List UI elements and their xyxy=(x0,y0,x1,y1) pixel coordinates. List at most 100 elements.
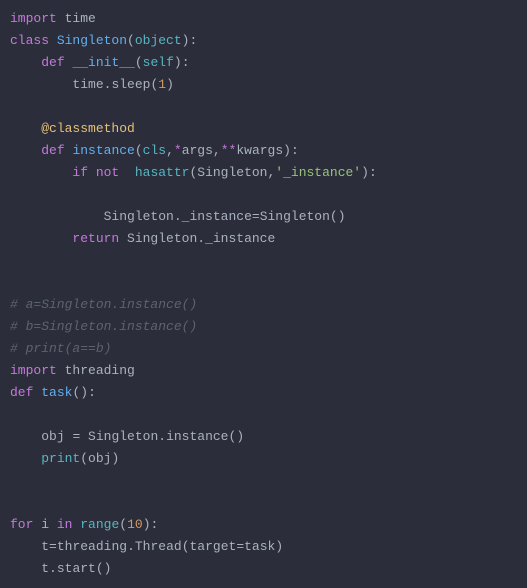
code-token: , xyxy=(213,143,221,158)
code-token: not xyxy=(96,165,135,180)
code-block: import time class Singleton(object): def… xyxy=(10,8,517,580)
code-token xyxy=(10,539,41,554)
code-token: __init__ xyxy=(72,55,134,70)
code-token xyxy=(10,165,72,180)
code-token xyxy=(10,275,18,290)
code-line: time.sleep(1) xyxy=(10,77,174,92)
code-token: = xyxy=(72,429,88,444)
code-line: # b=Singleton.instance() xyxy=(10,319,197,334)
code-line xyxy=(10,275,18,290)
code-token: : xyxy=(88,385,96,400)
code-token: ) xyxy=(275,539,283,554)
code-token: t xyxy=(41,561,49,576)
code-token: ) xyxy=(143,517,151,532)
code-token: kwargs xyxy=(236,143,283,158)
code-token: = xyxy=(236,539,244,554)
code-line: for i in range(10): xyxy=(10,517,158,532)
code-token: = xyxy=(49,539,57,554)
code-line: @classmethod xyxy=(10,121,135,136)
code-token: _instance xyxy=(182,209,252,224)
code-token: ** xyxy=(221,143,237,158)
code-token xyxy=(10,473,18,488)
code-token xyxy=(10,187,18,202)
code-token: i xyxy=(41,517,49,532)
code-token: 10 xyxy=(127,517,143,532)
code-token: ( xyxy=(127,33,135,48)
code-token: task xyxy=(41,385,72,400)
code-token: self xyxy=(143,55,174,70)
code-token: ) xyxy=(338,209,346,224)
code-token: import xyxy=(10,11,65,26)
code-token: ) xyxy=(111,451,119,466)
code-line: t.start() xyxy=(10,561,111,576)
code-line: if not hasattr(Singleton,'_instance'): xyxy=(10,165,377,180)
code-line: # print(a==b) xyxy=(10,341,111,356)
code-token: ) xyxy=(361,165,369,180)
code-token: time xyxy=(65,11,96,26)
code-token: return xyxy=(72,231,127,246)
code-token: class xyxy=(10,33,57,48)
code-token: : xyxy=(291,143,299,158)
code-token: ) xyxy=(174,55,182,70)
code-token: Thread xyxy=(135,539,182,554)
code-token: ) xyxy=(166,77,174,92)
code-token: sleep xyxy=(111,77,150,92)
code-token: cls xyxy=(143,143,166,158)
code-token: ( xyxy=(135,143,143,158)
code-line: print(obj) xyxy=(10,451,119,466)
code-line: import time xyxy=(10,11,96,26)
code-token: ) xyxy=(104,561,112,576)
code-token xyxy=(10,231,72,246)
code-token xyxy=(10,253,18,268)
code-token: 1 xyxy=(158,77,166,92)
code-line: class Singleton(object): xyxy=(10,33,197,48)
code-token: . xyxy=(174,209,182,224)
code-token: ( xyxy=(96,561,104,576)
code-token: target xyxy=(190,539,237,554)
code-token: def xyxy=(41,143,72,158)
code-line xyxy=(10,495,18,510)
code-token: def xyxy=(10,385,41,400)
code-line: import threading xyxy=(10,363,135,378)
code-token: threading xyxy=(57,539,127,554)
code-token: threading xyxy=(65,363,135,378)
code-token: Singleton xyxy=(260,209,330,224)
code-token: Singleton xyxy=(88,429,158,444)
code-token: = xyxy=(252,209,260,224)
code-token xyxy=(10,561,41,576)
code-token: obj xyxy=(41,429,72,444)
code-token xyxy=(10,99,18,114)
code-token xyxy=(10,77,72,92)
code-line: t=threading.Thread(target=task) xyxy=(10,539,283,554)
code-token: def xyxy=(41,55,72,70)
code-token: Singleton xyxy=(57,33,127,48)
code-line xyxy=(10,253,18,268)
code-token: : xyxy=(189,33,197,48)
code-token: task xyxy=(244,539,275,554)
code-line: def instance(cls,*args,**kwargs): xyxy=(10,143,299,158)
code-token: ) xyxy=(283,143,291,158)
code-token: , xyxy=(166,143,174,158)
code-token: args xyxy=(182,143,213,158)
code-line: Singleton._instance=Singleton() xyxy=(10,209,346,224)
code-token: : xyxy=(151,517,159,532)
code-token xyxy=(10,121,41,136)
code-line xyxy=(10,473,18,488)
code-token: obj xyxy=(88,451,111,466)
code-token: ( xyxy=(119,517,127,532)
code-token: start xyxy=(57,561,96,576)
code-line xyxy=(10,187,18,202)
code-token: in xyxy=(49,517,80,532)
code-token: : xyxy=(369,165,377,180)
code-line xyxy=(10,99,18,114)
code-token: ( xyxy=(182,539,190,554)
code-token: ) xyxy=(236,429,244,444)
code-token: . xyxy=(197,231,205,246)
code-token: for xyxy=(10,517,41,532)
code-token: import xyxy=(10,363,65,378)
code-token: Singleton xyxy=(197,165,267,180)
code-token: : xyxy=(182,55,190,70)
code-token: instance xyxy=(72,143,134,158)
code-token xyxy=(10,451,41,466)
code-token xyxy=(10,209,104,224)
